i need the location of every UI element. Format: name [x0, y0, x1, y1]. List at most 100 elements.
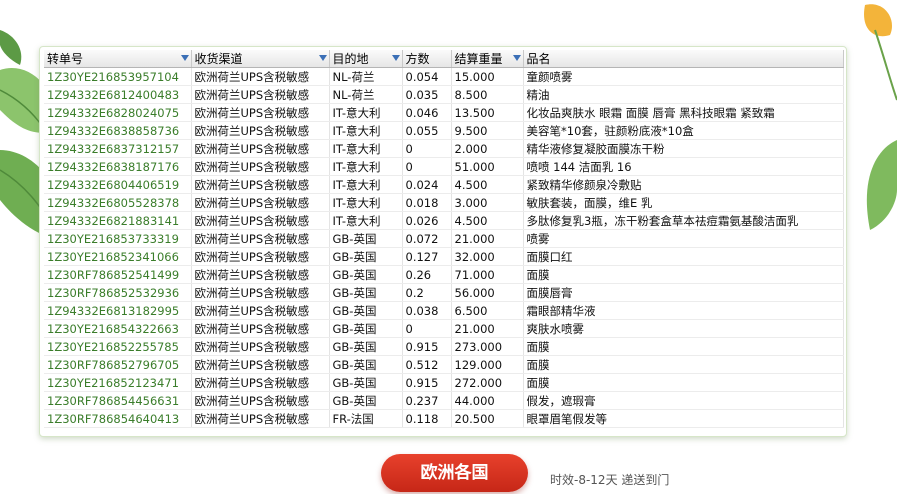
table-row[interactable]: 1Z30RF786852796705 欧洲荷兰UPS含税敏感 GB-英国 0.512 1…: [44, 355, 844, 374]
destination-cell: IT-意大利: [329, 175, 403, 194]
column-header-label: 方数: [405, 52, 430, 66]
destination-cell: NL-荷兰: [329, 67, 403, 86]
table-row[interactable]: 1Z30RF786852532936 欧洲荷兰UPS含税敏感 GB-英国 0.2 56.…: [44, 283, 844, 302]
table-header-row: 转单号 收货渠道 目的地 方数 结算重量 品名: [44, 50, 844, 68]
tracking-number-cell: 1Z30RF786852532936: [44, 283, 192, 302]
destination-cell: IT-意大利: [329, 139, 403, 158]
destination-cell: GB-英国: [329, 265, 403, 284]
destination-cell: GB-英国: [329, 373, 403, 392]
weight-cell: 2.000: [451, 139, 524, 158]
tracking-number-cell: 1Z30RF786854640413: [44, 409, 192, 428]
weight-cell: 8.500: [451, 85, 524, 104]
tracking-number-cell: 1Z94332E6804406519: [44, 175, 192, 194]
volume-cell: 0.512: [402, 355, 452, 374]
destination-cell: GB-英国: [329, 391, 403, 410]
weight-cell: 51.000: [451, 157, 524, 176]
weight-cell: 21.000: [451, 229, 524, 248]
column-header-label: 转单号: [47, 52, 84, 66]
channel-cell: 欧洲荷兰UPS含税敏感: [191, 67, 330, 86]
tracking-number-cell: 1Z30YE216853957104: [44, 67, 192, 86]
table-row[interactable]: 1Z30RF786854456631 欧洲荷兰UPS含税敏感 GB-英国 0.237 4…: [44, 391, 844, 410]
europe-countries-button[interactable]: 欧洲各国: [381, 454, 528, 492]
shipment-table-panel: 转单号 收货渠道 目的地 方数 结算重量 品名 1Z30YE2168539571…: [39, 46, 847, 437]
table-row[interactable]: 1Z94332E6838858736 欧洲荷兰UPS含税敏感 IT-意大利 0.055…: [44, 121, 844, 140]
weight-cell: 15.000: [451, 67, 524, 86]
destination-cell: GB-英国: [329, 319, 403, 338]
table-row[interactable]: 1Z94332E6812400483 欧洲荷兰UPS含税敏感 NL-荷兰 0.035 8…: [44, 85, 844, 104]
product-cell: 面膜: [523, 373, 844, 392]
destination-cell: IT-意大利: [329, 103, 403, 122]
table-row[interactable]: 1Z30YE216854322663 欧洲荷兰UPS含税敏感 GB-英国 0 21.00…: [44, 319, 844, 338]
tracking-number-cell: 1Z30RF786852541499: [44, 265, 192, 284]
weight-cell: 4.500: [451, 211, 524, 230]
product-cell: 敏肤套装，面膜，维E 乳: [523, 193, 844, 212]
table-row[interactable]: 1Z94332E6828024075 欧洲荷兰UPS含税敏感 IT-意大利 0.046…: [44, 103, 844, 122]
product-cell: 眼罩眉笔假发等: [523, 409, 844, 428]
product-cell: 面膜: [523, 337, 844, 356]
column-header-weight[interactable]: 结算重量: [451, 50, 524, 68]
table-row[interactable]: 1Z94332E6821883141 欧洲荷兰UPS含税敏感 IT-意大利 0.026…: [44, 211, 844, 230]
table-row[interactable]: 1Z30YE216852341066 欧洲荷兰UPS含税敏感 GB-英国 0.127 3…: [44, 247, 844, 266]
volume-cell: 0.026: [402, 211, 452, 230]
product-cell: 面膜口红: [523, 247, 844, 266]
tracking-number-cell: 1Z30RF786852796705: [44, 355, 192, 374]
channel-cell: 欧洲荷兰UPS含税敏感: [191, 283, 330, 302]
table-row[interactable]: 1Z94332E6804406519 欧洲荷兰UPS含税敏感 IT-意大利 0.024…: [44, 175, 844, 194]
weight-cell: 20.500: [451, 409, 524, 428]
weight-cell: 272.000: [451, 373, 524, 392]
tracking-number-cell: 1Z30YE216852341066: [44, 247, 192, 266]
channel-cell: 欧洲荷兰UPS含税敏感: [191, 139, 330, 158]
channel-cell: 欧洲荷兰UPS含税敏感: [191, 103, 330, 122]
table-row[interactable]: 1Z94332E6805528378 欧洲荷兰UPS含税敏感 IT-意大利 0.018…: [44, 193, 844, 212]
table-body: 1Z30YE216853957104 欧洲荷兰UPS含税敏感 NL-荷兰 0.054 1…: [44, 67, 844, 428]
column-header-volume[interactable]: 方数: [402, 50, 452, 68]
destination-cell: FR-法国: [329, 409, 403, 428]
table-row[interactable]: 1Z30RF786852541499 欧洲荷兰UPS含税敏感 GB-英国 0.26 71…: [44, 265, 844, 284]
destination-cell: GB-英国: [329, 355, 403, 374]
destination-cell: IT-意大利: [329, 193, 403, 212]
volume-cell: 0.054: [402, 67, 452, 86]
channel-cell: 欧洲荷兰UPS含税敏感: [191, 319, 330, 338]
destination-cell: GB-英国: [329, 229, 403, 248]
channel-cell: 欧洲荷兰UPS含税敏感: [191, 121, 330, 140]
table-row[interactable]: 1Z30YE216852123471 欧洲荷兰UPS含税敏感 GB-英国 0.915 2…: [44, 373, 844, 392]
table-row[interactable]: 1Z94332E6837312157 欧洲荷兰UPS含税敏感 IT-意大利 0 2.00…: [44, 139, 844, 158]
channel-cell: 欧洲荷兰UPS含税敏感: [191, 391, 330, 410]
product-cell: 假发，遮瑕膏: [523, 391, 844, 410]
tracking-number-cell: 1Z94332E6812400483: [44, 85, 192, 104]
weight-cell: 129.000: [451, 355, 524, 374]
filter-dropdown-icon[interactable]: [391, 55, 400, 61]
tracking-number-cell: 1Z30YE216852255785: [44, 337, 192, 356]
delivery-time-note: 时效-8-12天 递送到门: [550, 473, 670, 487]
tracking-number-cell: 1Z94332E6805528378: [44, 193, 192, 212]
destination-cell: GB-英国: [329, 301, 403, 320]
column-header-label: 目的地: [332, 52, 369, 66]
weight-cell: 71.000: [451, 265, 524, 284]
weight-cell: 44.000: [451, 391, 524, 410]
filter-dropdown-icon[interactable]: [512, 55, 521, 61]
weight-cell: 3.000: [451, 193, 524, 212]
column-header-tracking-number[interactable]: 转单号: [44, 50, 192, 68]
column-header-destination[interactable]: 目的地: [329, 50, 403, 68]
destination-cell: GB-英国: [329, 337, 403, 356]
table-row[interactable]: 1Z30YE216853733319 欧洲荷兰UPS含税敏感 GB-英国 0.072 2…: [44, 229, 844, 248]
product-cell: 喷喷 144 洁面乳 16: [523, 157, 844, 176]
table-row[interactable]: 1Z94332E6838187176 欧洲荷兰UPS含税敏感 IT-意大利 0 51.0…: [44, 157, 844, 176]
product-cell: 喷雾: [523, 229, 844, 248]
volume-cell: 0.118: [402, 409, 452, 428]
column-header-channel[interactable]: 收货渠道: [191, 50, 330, 68]
filter-dropdown-icon[interactable]: [180, 55, 189, 61]
tracking-number-cell: 1Z30RF786854456631: [44, 391, 192, 410]
table-row[interactable]: 1Z30YE216853957104 欧洲荷兰UPS含税敏感 NL-荷兰 0.054 1…: [44, 67, 844, 86]
channel-cell: 欧洲荷兰UPS含税敏感: [191, 157, 330, 176]
volume-cell: 0: [402, 139, 452, 158]
volume-cell: 0.26: [402, 265, 452, 284]
table-row[interactable]: 1Z30RF786854640413 欧洲荷兰UPS含税敏感 FR-法国 0.118 2…: [44, 409, 844, 428]
filter-dropdown-icon[interactable]: [318, 55, 327, 61]
table-row[interactable]: 1Z94332E6813182995 欧洲荷兰UPS含税敏感 GB-英国 0.038 6…: [44, 301, 844, 320]
product-cell: 紧致精华修颜泉冷敷贴: [523, 175, 844, 194]
tracking-number-cell: 1Z30YE216852123471: [44, 373, 192, 392]
table-row[interactable]: 1Z30YE216852255785 欧洲荷兰UPS含税敏感 GB-英国 0.915 2…: [44, 337, 844, 356]
column-header-product[interactable]: 品名: [523, 50, 844, 68]
destination-cell: GB-英国: [329, 283, 403, 302]
